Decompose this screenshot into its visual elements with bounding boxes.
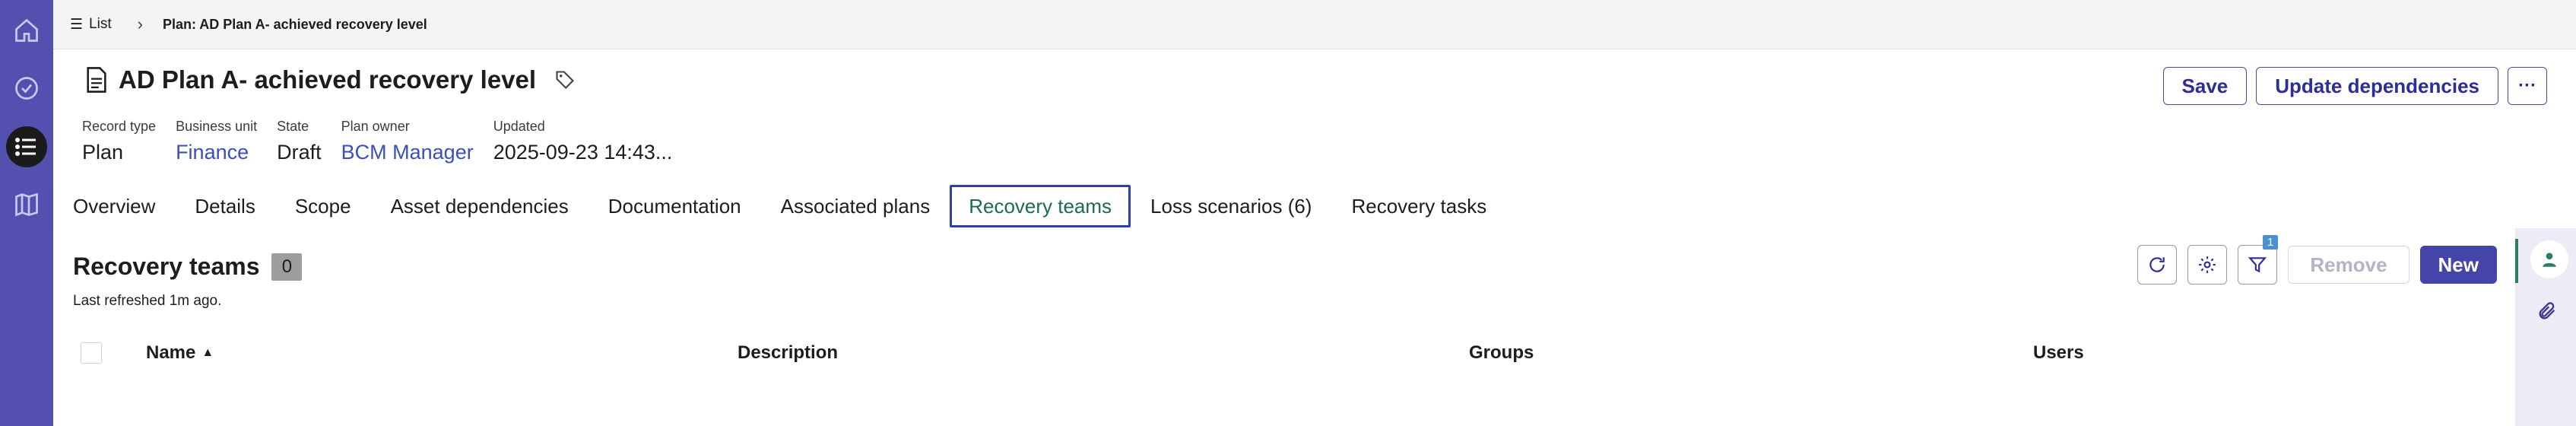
list-actions: 1 Remove New [2137,235,2497,285]
sort-ascending-icon: ▲ [201,346,214,359]
chevron-right-icon: › [137,14,143,33]
tab-details[interactable]: Details [175,186,274,226]
update-dependencies-button[interactable]: Update dependencies [2256,67,2498,105]
page-title: AD Plan A- achieved recovery level [119,65,537,94]
check-circle-icon[interactable] [6,68,47,109]
tab-documentation[interactable]: Documentation [588,186,761,226]
select-all-checkbox[interactable] [81,342,102,364]
remove-button[interactable]: Remove [2288,246,2409,284]
refresh-button[interactable] [2137,245,2178,285]
business-unit-link[interactable]: Finance [176,141,257,164]
tab-recovery-tasks[interactable]: Recovery tasks [1331,186,1506,226]
tag-icon[interactable] [554,69,576,91]
list-header: Recovery teams 0 [73,253,303,281]
table-header: Name ▲ Description Groups Users [81,341,2514,371]
record-tabs: Overview Details Scope Asset dependencie… [53,184,2576,229]
field-updated: Updated 2025-09-23 14:43... [493,119,673,164]
person-icon [2543,253,2556,267]
record-title: AD Plan A- achieved recovery level [85,65,576,94]
tab-scope[interactable]: Scope [275,186,371,226]
tab-recovery-teams[interactable]: Recovery teams [950,185,1131,227]
list-settings-button[interactable] [2187,245,2228,285]
tab-associated-plans[interactable]: Associated plans [761,186,950,226]
column-header-users[interactable]: Users [2033,342,2084,364]
document-icon [87,67,106,93]
refresh-icon [2149,257,2165,272]
right-side-rail [2515,228,2576,426]
breadcrumb-list-label: List [89,16,112,32]
filter-icon [2248,257,2267,273]
gear-icon [2199,256,2216,273]
column-header-description[interactable]: Description [738,342,838,364]
user-panel-button[interactable] [2530,240,2568,278]
column-header-name[interactable]: Name ▲ [146,342,214,364]
tab-overview[interactable]: Overview [53,186,175,226]
list-icon: ☰ [70,16,84,33]
save-button[interactable]: Save [2162,67,2248,105]
record-count-badge: 0 [271,253,303,281]
paperclip-icon[interactable] [2536,300,2558,323]
field-state: State Draft [277,119,322,164]
filter-button[interactable]: 1 [2238,235,2279,285]
breadcrumb-current: Plan: AD Plan A- achieved recovery level [162,16,427,32]
list-title: Recovery teams [73,253,260,280]
last-refreshed-text: Last refreshed 1m ago. [73,293,222,309]
more-options-button[interactable]: ··· [2508,67,2547,105]
column-header-groups[interactable]: Groups [1469,342,1534,364]
header-actions: Save Update dependencies ··· [2162,67,2547,105]
field-plan-owner: Plan owner BCM Manager [341,119,474,164]
breadcrumb: ☰ List › Plan: AD Plan A- achieved recov… [53,0,2576,49]
recovery-teams-list: Recovery teams 0 Last refreshed 1m ago. … [53,228,2515,426]
plan-owner-link[interactable]: BCM Manager [341,141,474,164]
field-business-unit: Business unit Finance [176,119,258,164]
new-button[interactable]: New [2419,246,2497,284]
filter-count-badge: 1 [2263,235,2279,250]
tab-asset-dependencies[interactable]: Asset dependencies [371,186,588,226]
field-record-type: Record type Plan [82,119,157,164]
breadcrumb-list-link[interactable]: ☰ List [70,16,112,33]
tab-loss-scenarios[interactable]: Loss scenarios (6) [1131,186,1331,226]
left-nav-rail [0,0,53,426]
active-indicator [2515,239,2518,283]
list-icon[interactable] [6,126,47,167]
record-fields: Record type Plan Business unit Finance S… [82,119,692,164]
map-icon[interactable] [6,184,47,225]
home-icon[interactable] [6,10,47,51]
